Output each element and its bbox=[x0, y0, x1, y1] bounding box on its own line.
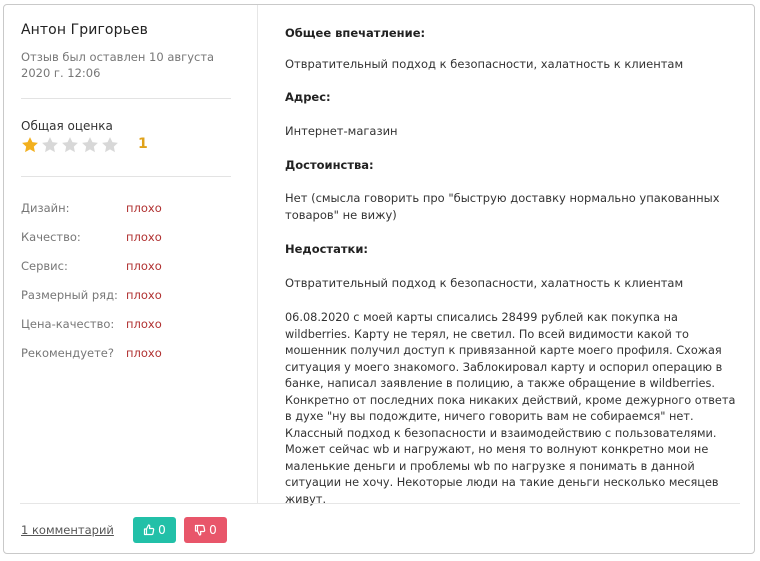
param-name: Цена-качество: bbox=[21, 317, 115, 331]
cons-text: Отвратительный подход к безопасности, ха… bbox=[285, 276, 684, 290]
impression-text: Отвратительный подход к безопасности, ха… bbox=[285, 57, 684, 71]
thumbs-up-icon bbox=[144, 524, 155, 536]
param-value: плохо bbox=[126, 201, 162, 215]
thumbs-down-icon bbox=[195, 524, 206, 536]
review-date-line1: Отзыв был оставлен 10 августа bbox=[21, 50, 215, 64]
param-name: Сервис: bbox=[21, 259, 68, 273]
pros-text: Нет (смысла говорить про "быструю достав… bbox=[285, 191, 720, 222]
like-count: 0 bbox=[158, 523, 166, 537]
param-name: Дизайн: bbox=[21, 201, 70, 215]
overall-rating-label: Общая оценка bbox=[21, 119, 113, 133]
address-title: Адрес: bbox=[285, 90, 331, 104]
address-text: Интернет-магазин bbox=[285, 124, 398, 138]
comments-link[interactable]: 1 комментарий bbox=[21, 523, 114, 537]
impression-title: Общее впечатление: bbox=[285, 26, 426, 40]
pros-title: Достоинства: bbox=[285, 158, 374, 172]
rating-stars bbox=[20, 135, 120, 155]
review-date-line2: 2020 г. 12:06 bbox=[21, 66, 101, 80]
param-name: Рекомендуете? bbox=[21, 346, 114, 360]
review-body-text: 06.08.2020 с моей карты списались 28499 … bbox=[285, 311, 736, 506]
param-name: Качество: bbox=[21, 230, 81, 244]
star-icon bbox=[82, 137, 98, 153]
review-date: Отзыв был оставлен 10 августа 2020 г. 12… bbox=[21, 49, 226, 81]
cons-title: Недостатки: bbox=[285, 242, 368, 256]
param-value: плохо bbox=[126, 317, 162, 331]
param-value: плохо bbox=[126, 346, 162, 360]
footer-divider bbox=[20, 503, 740, 504]
star-icon bbox=[62, 137, 78, 153]
like-button[interactable]: 0 bbox=[133, 517, 176, 543]
review-card: Антон Григорьев Отзыв был оставлен 10 ав… bbox=[3, 4, 755, 554]
param-value: плохо bbox=[126, 230, 162, 244]
review-author[interactable]: Антон Григорьев bbox=[21, 22, 148, 38]
param-value: плохо bbox=[126, 288, 162, 302]
star-icon bbox=[42, 137, 58, 153]
dislike-count: 0 bbox=[209, 523, 217, 537]
divider bbox=[21, 98, 231, 99]
overall-rating-value: 1 bbox=[138, 136, 148, 152]
dislike-button[interactable]: 0 bbox=[184, 517, 227, 543]
divider bbox=[21, 176, 231, 177]
param-value: плохо bbox=[126, 259, 162, 273]
star-icon bbox=[22, 137, 38, 153]
param-name: Размерный ряд: bbox=[21, 288, 118, 302]
review-sidebar: Антон Григорьев Отзыв был оставлен 10 ав… bbox=[4, 5, 258, 503]
star-icon bbox=[102, 137, 118, 153]
